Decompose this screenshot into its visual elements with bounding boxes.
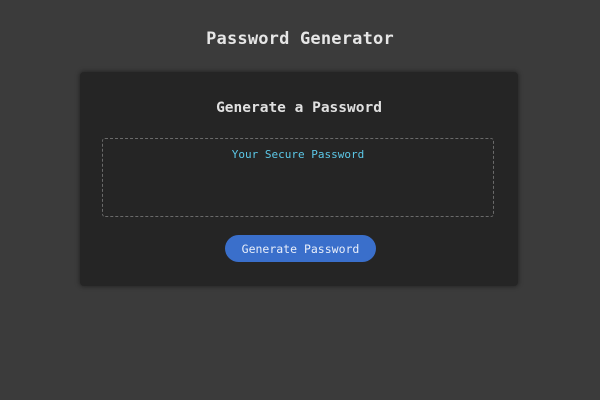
card-title: Generate a Password — [216, 100, 382, 116]
page-title: Password Generator — [206, 29, 394, 49]
page: Password Generator Generate a Password G… — [0, 0, 600, 400]
password-card: Generate a Password Generate Password — [80, 72, 518, 286]
generate-password-button[interactable]: Generate Password — [225, 235, 376, 262]
password-output-field[interactable] — [102, 138, 494, 217]
